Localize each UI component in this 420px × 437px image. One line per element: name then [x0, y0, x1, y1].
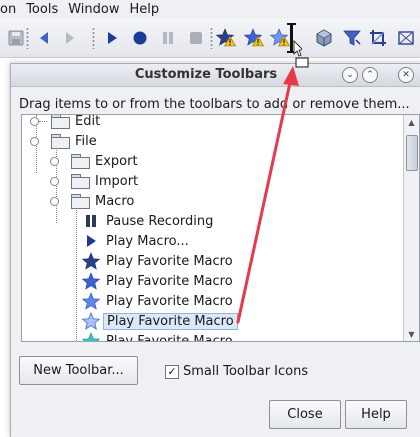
star-light-icon: [82, 312, 100, 330]
tree-folder-import[interactable]: Import: [50, 171, 138, 191]
expand-toggle[interactable]: [30, 136, 39, 146]
star-dark-icon: [82, 252, 100, 270]
folder-icon: [71, 194, 90, 209]
tree-folder-export[interactable]: Export: [50, 151, 138, 171]
drag-cursor-icon: [282, 21, 302, 57]
star-teal-icon: [82, 332, 100, 341]
filter-icon[interactable]: [340, 26, 364, 50]
new-toolbar-button[interactable]: New Toolbar...: [19, 356, 138, 385]
tree-folder-macro[interactable]: Macro: [50, 191, 134, 211]
instructions-text: Drag items to or from the toolbars to ad…: [19, 97, 410, 112]
checkbox-checked-icon[interactable]: ✓: [165, 364, 179, 379]
toolbar-grip[interactable]: [26, 27, 29, 49]
small-toolbar-icons-checkbox[interactable]: ✓ Small Toolbar Icons: [165, 364, 308, 379]
toolbar-items-tree[interactable]: Edit File Export Import Macro Pause Reco…: [21, 114, 420, 342]
menu-item-view[interactable]: on: [0, 2, 24, 17]
macro-warning-icon[interactable]: [214, 26, 238, 50]
expand-toggle[interactable]: [50, 196, 59, 206]
play-icon: [82, 234, 100, 248]
tree-folder-edit[interactable]: Edit: [30, 115, 100, 131]
expand-toggle[interactable]: [50, 176, 59, 186]
record-icon[interactable]: [128, 26, 152, 50]
menu-item-window[interactable]: Window: [66, 2, 127, 17]
tree-guide: [76, 205, 77, 341]
play-icon[interactable]: [100, 26, 124, 50]
tree-item-play-favorite-macro-selected[interactable]: Play Favorite Macro: [82, 311, 238, 331]
toolbar-grip[interactable]: [92, 27, 95, 49]
close-icon[interactable]: ✕: [398, 67, 414, 83]
folder-icon: [71, 174, 90, 189]
folder-icon: [51, 134, 70, 149]
cube-gear-icon[interactable]: [312, 26, 336, 50]
dialog-titlebar[interactable]: Customize Toolbars ⌄ ⌃ ✕: [11, 64, 420, 87]
maximize-button[interactable]: ⌃: [362, 67, 378, 83]
folder-icon: [71, 154, 90, 169]
scrollbar-thumb[interactable]: [406, 135, 418, 171]
menu-bar: on Tools Window Help: [0, 0, 420, 19]
tree-item-play-favorite-macro[interactable]: Play Favorite Macro: [82, 291, 233, 311]
overflow-icon[interactable]: [394, 26, 418, 50]
pause-icon[interactable]: [156, 26, 180, 50]
menu-item-help[interactable]: Help: [128, 2, 168, 17]
close-button[interactable]: Close: [269, 400, 341, 429]
help-button[interactable]: Help: [345, 400, 407, 429]
scroll-up-icon[interactable]: ▲: [404, 115, 419, 129]
tree-folder-file[interactable]: File: [30, 131, 97, 151]
folder-icon: [51, 115, 70, 129]
toolbar-grip[interactable]: [210, 27, 213, 49]
tree-item-play-favorite-macro[interactable]: Play Favorite Macro: [82, 251, 233, 271]
forward-icon[interactable]: [58, 26, 82, 50]
tree-item-play-favorite-macro[interactable]: Play Favorite Macro: [82, 331, 233, 341]
save-icon[interactable]: [4, 26, 28, 50]
tree-item-play-macro[interactable]: Play Macro...: [82, 231, 189, 251]
tree-item-play-favorite-macro[interactable]: Play Favorite Macro: [82, 271, 233, 291]
tree-scrollbar[interactable]: ▲ ▼: [403, 115, 419, 341]
expand-toggle[interactable]: [30, 116, 39, 126]
scroll-down-icon[interactable]: ▼: [404, 327, 419, 341]
customize-toolbars-dialog: Customize Toolbars ⌄ ⌃ ✕ Drag items to o…: [10, 63, 420, 437]
back-icon[interactable]: [32, 26, 56, 50]
star-blue-icon: [82, 292, 100, 310]
expand-toggle[interactable]: [50, 156, 59, 166]
stop-icon[interactable]: [184, 26, 208, 50]
star-blue-icon: [82, 272, 100, 290]
favorite-macro-warning-icon[interactable]: [242, 26, 266, 50]
main-toolbar: [0, 19, 420, 58]
pause-icon: [82, 214, 100, 228]
minimize-button[interactable]: ⌄: [342, 67, 358, 83]
crop-icon[interactable]: [366, 26, 390, 50]
menu-item-tools[interactable]: Tools: [24, 2, 66, 17]
tree-item-pause-recording[interactable]: Pause Recording: [82, 211, 213, 231]
